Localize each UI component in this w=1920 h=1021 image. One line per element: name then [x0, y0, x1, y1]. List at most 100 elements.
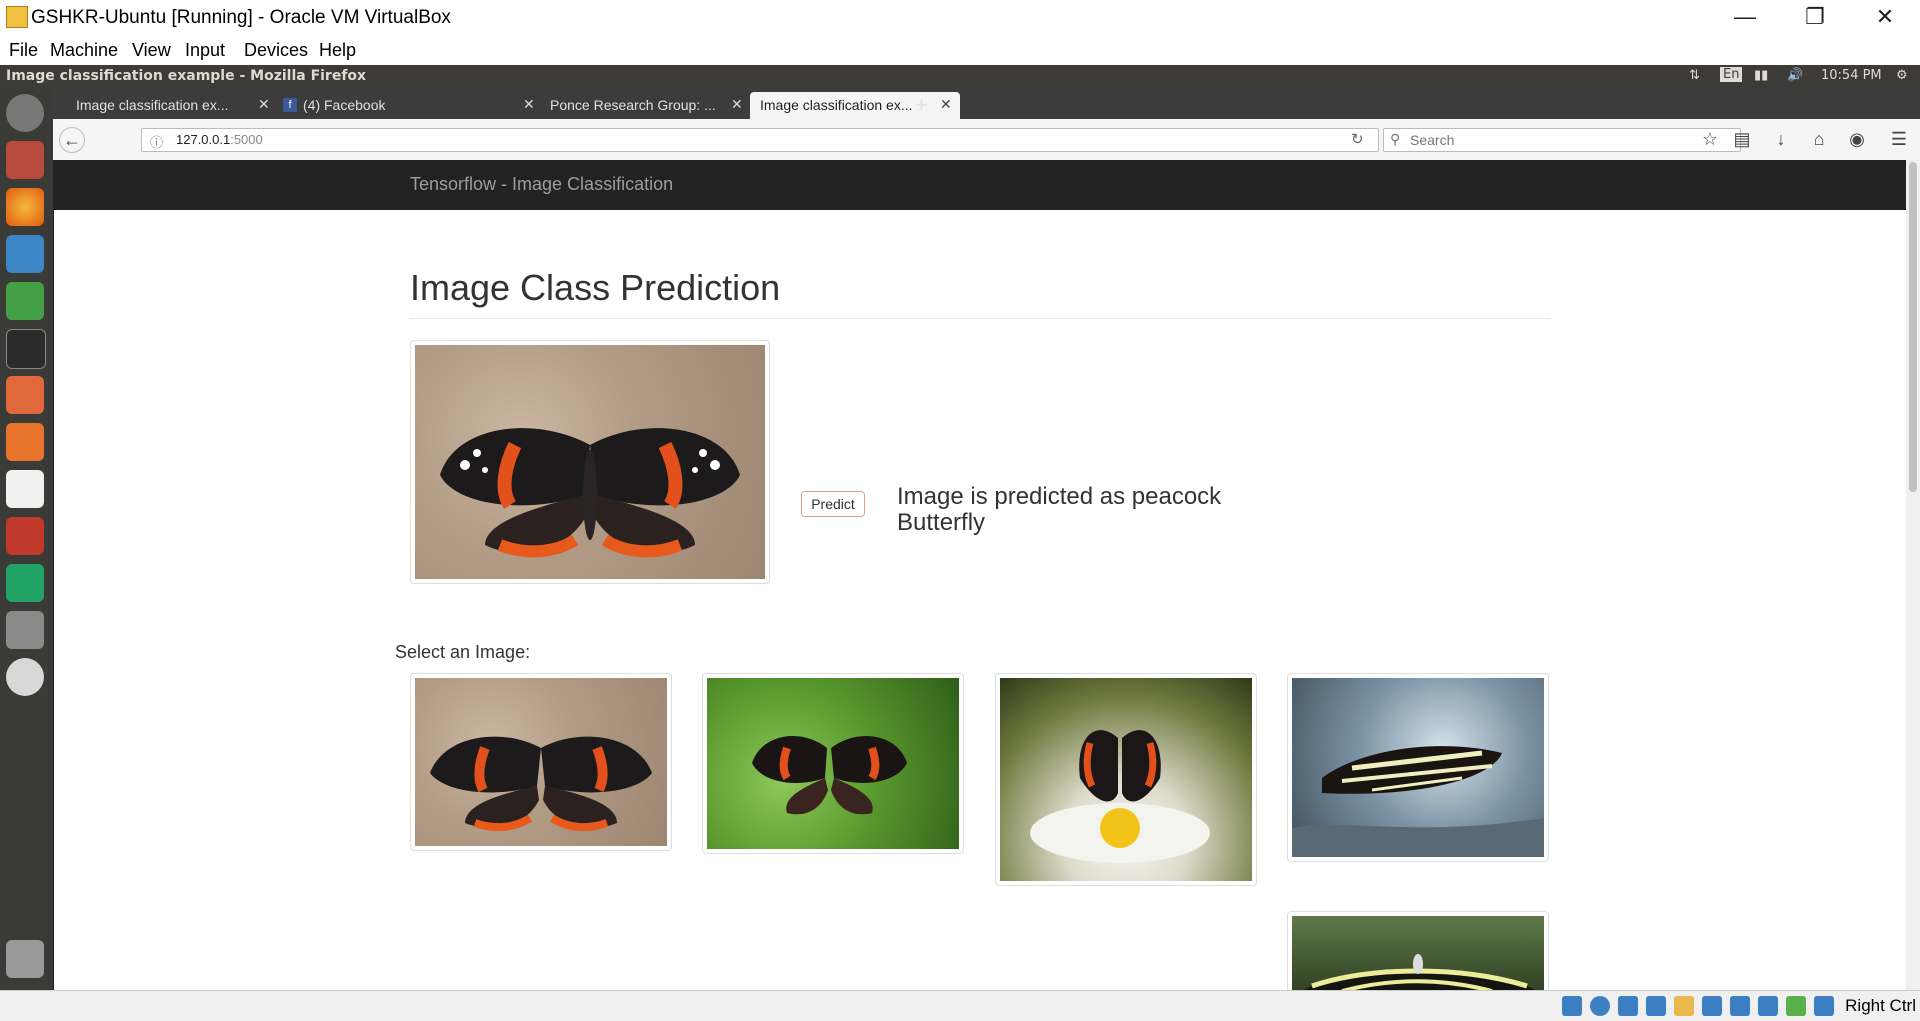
network-icon[interactable]	[1646, 996, 1666, 1016]
settings-icon[interactable]	[6, 517, 44, 555]
tab-label: Ponce Research Group: ...	[550, 97, 716, 113]
tab-image-classification-active[interactable]: Image classification ex... ✕	[750, 92, 960, 119]
minimize-button[interactable]: —	[1710, 0, 1780, 34]
firefox-icon[interactable]	[6, 188, 44, 226]
select-image-label: Select an Image:	[395, 642, 531, 662]
reading-list-icon[interactable]: ▤	[1730, 127, 1754, 151]
red-admiral-leaf-image	[707, 678, 959, 849]
home-icon[interactable]: ⌂	[1807, 127, 1831, 151]
firefox-nav-bar: ← ⓘ 127.0.0.1:5000 ↻ ⚲ ☆ ▤ ↓ ⌂ ◉ ☰	[53, 119, 1920, 161]
url-bar[interactable]: ⓘ 127.0.0.1:5000 ↻	[141, 128, 1379, 152]
virtualization-icon[interactable]	[1786, 996, 1806, 1016]
video-capture-icon[interactable]	[1730, 996, 1750, 1016]
search-box[interactable]: ⚲	[1383, 128, 1741, 152]
ubuntu-top-panel: Image classification example - Mozilla F…	[0, 65, 1920, 88]
optical-drive-icon[interactable]	[1590, 996, 1610, 1016]
page-title: Image Class Prediction	[410, 267, 781, 308]
software-center-icon[interactable]	[6, 423, 44, 461]
tab-ponce-research[interactable]: Ponce Research Group: ... ✕	[536, 92, 746, 119]
heading-divider	[410, 318, 1550, 319]
zebra-longwing-green-image	[1292, 916, 1544, 995]
network-transfer-icon[interactable]: ⇅	[1689, 68, 1700, 83]
dvd-icon[interactable]	[6, 658, 44, 696]
url-port: :5000	[230, 132, 263, 147]
files-icon[interactable]	[6, 141, 44, 179]
back-arrow-icon[interactable]: ←	[59, 127, 85, 153]
writer-icon[interactable]	[6, 235, 44, 273]
virtualbox-status-bar: Right Ctrl	[0, 990, 1920, 1021]
navbar-brand[interactable]: Tensorflow - Image Classification	[410, 174, 673, 195]
tab-label: Image classification ex...	[76, 97, 229, 113]
reload-icon[interactable]: ↻	[1351, 130, 1364, 148]
menu-view[interactable]: View	[132, 40, 171, 61]
mouse-integration-icon[interactable]	[1814, 996, 1834, 1016]
display-icon[interactable]	[1702, 996, 1722, 1016]
gallery-image-2[interactable]	[702, 673, 964, 854]
menu-machine[interactable]: Machine	[50, 40, 118, 61]
butterfly-daisy-image	[1000, 678, 1252, 881]
tab-label: Image classification ex...	[760, 97, 913, 113]
close-icon[interactable]: ✕	[731, 96, 743, 113]
window-title: GSHKR-Ubuntu [Running] - Oracle VM Virtu…	[31, 7, 451, 28]
prediction-result: Image is predicted as peacock Butterfly	[897, 483, 1222, 536]
shared-folders-icon[interactable]	[1674, 996, 1694, 1016]
selected-image-thumbnail	[410, 340, 770, 584]
downloads-icon[interactable]: ↓	[1769, 127, 1793, 151]
gallery-image-4[interactable]	[1287, 673, 1549, 862]
red-admiral-sand-image	[415, 678, 667, 846]
virtualbox-title-bar: GSHKR-Ubuntu [Running] - Oracle VM Virtu…	[0, 0, 1920, 34]
dash-icon[interactable]	[6, 94, 44, 132]
page-scrollbar[interactable]	[1906, 160, 1920, 990]
url-text: 127.0.0.1:5000	[176, 132, 263, 147]
zebra-longwing-rock-image	[1292, 678, 1544, 857]
tab-facebook[interactable]: f (4) Facebook ✕	[283, 92, 535, 119]
scrollbar-thumb[interactable]	[1909, 162, 1917, 492]
menu-hamburger-icon[interactable]: ☰	[1887, 127, 1911, 151]
gallery-image-1[interactable]	[410, 673, 672, 851]
calc-icon[interactable]	[6, 282, 44, 320]
host-key-label: Right Ctrl	[1845, 996, 1916, 1015]
amazon-icon[interactable]	[6, 470, 44, 508]
trash-icon[interactable]	[6, 940, 44, 978]
audio-icon[interactable]	[1618, 996, 1638, 1016]
virtualbox-app-icon	[6, 6, 28, 28]
tab-image-classification-1[interactable]: Image classification ex... ✕	[60, 92, 270, 119]
page-navbar: Tensorflow - Image Classification	[53, 160, 1906, 210]
close-window-button[interactable]: ✕	[1850, 0, 1920, 34]
search-input[interactable]	[1408, 131, 1732, 149]
restore-button[interactable]: ❐	[1780, 0, 1850, 34]
clock[interactable]: 10:54 PM	[1821, 68, 1882, 83]
unity-launcher	[0, 88, 54, 990]
hard-disk-icon[interactable]	[1562, 996, 1582, 1016]
gallery-image-3[interactable]	[995, 673, 1257, 886]
volume-icon[interactable]: 🔊	[1787, 68, 1803, 83]
close-icon[interactable]: ✕	[523, 96, 535, 113]
info-icon[interactable]: ⓘ	[150, 132, 163, 151]
menu-file[interactable]: File	[9, 40, 38, 61]
predict-button[interactable]: Predict	[801, 491, 865, 517]
gallery-image-5[interactable]	[1287, 911, 1549, 999]
new-tab-plus-icon[interactable]: +	[915, 92, 928, 118]
close-icon[interactable]: ✕	[258, 96, 270, 113]
selected-butterfly-image	[415, 345, 765, 579]
bookmark-star-icon[interactable]: ☆	[1698, 127, 1722, 151]
keyboard-layout-indicator[interactable]: En	[1720, 67, 1743, 82]
url-host: 127.0.0.1	[176, 132, 231, 147]
drive-icon[interactable]	[6, 611, 44, 649]
system-gear-icon[interactable]: ⚙	[1896, 68, 1908, 83]
menu-help[interactable]: Help	[319, 40, 356, 61]
usb-icon[interactable]	[1758, 996, 1778, 1016]
menu-devices[interactable]: Devices	[244, 40, 308, 61]
terminal-icon[interactable]	[6, 329, 46, 369]
tab-label: (4) Facebook	[303, 97, 386, 113]
close-icon[interactable]: ✕	[940, 96, 952, 113]
search-icon: ⚲	[1390, 131, 1401, 147]
pocket-icon[interactable]: ◉	[1845, 127, 1869, 151]
impress-icon[interactable]	[6, 376, 44, 414]
pycharm-icon[interactable]	[6, 564, 44, 602]
battery-icon[interactable]: ▮▮	[1754, 68, 1768, 83]
menu-input[interactable]: Input	[185, 40, 225, 61]
facebook-icon: f	[283, 98, 297, 112]
firefox-tab-bar: Image classification ex... ✕ f (4) Faceb…	[53, 88, 1920, 119]
active-window-title: Image classification example - Mozilla F…	[6, 68, 367, 84]
